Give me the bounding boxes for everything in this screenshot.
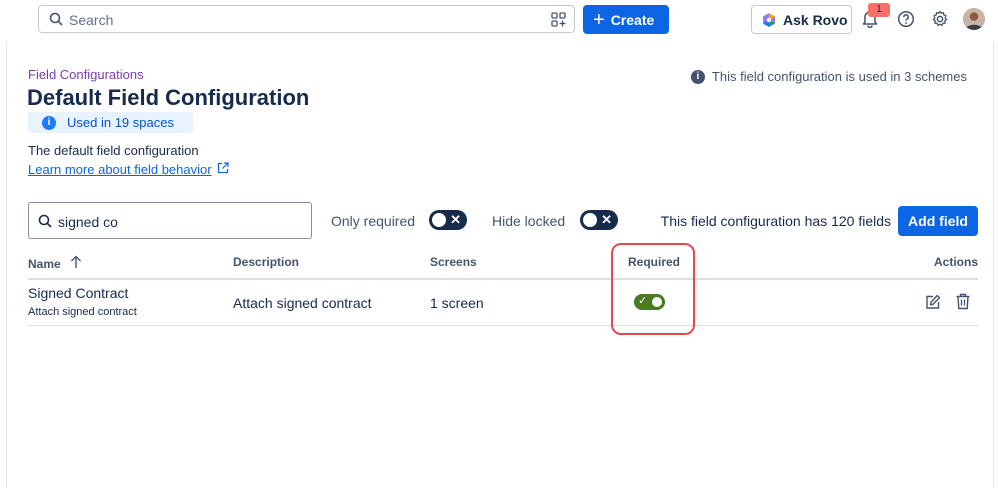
schemes-usage-note: i This field configuration is used in 3 … xyxy=(690,69,967,84)
column-header-name-label: Name xyxy=(28,256,61,271)
search-input[interactable]: Search xyxy=(38,5,575,33)
only-required-label: Only required xyxy=(331,213,416,229)
external-link-icon xyxy=(217,162,229,177)
column-header-screens: Screens xyxy=(430,255,477,269)
required-column-highlight xyxy=(611,243,695,335)
used-in-spaces-lozenge[interactable]: i Used in 19 spaces xyxy=(28,112,193,133)
ask-rovo-button[interactable]: Ask Rovo xyxy=(751,5,852,34)
plus-icon: + xyxy=(593,8,605,31)
user-avatar[interactable] xyxy=(963,8,985,30)
app-switcher-icon[interactable] xyxy=(551,12,566,32)
learn-more-label: Learn more about field behavior xyxy=(28,162,212,177)
sort-ascending-icon xyxy=(70,255,82,272)
page-title: Default Field Configuration xyxy=(27,85,310,110)
ask-rovo-label: Ask Rovo xyxy=(783,11,848,28)
top-navigation-bar: Search + Create Ask Rovo 1 xyxy=(0,0,999,40)
toggle-off-icon: ✕ xyxy=(450,212,461,227)
breadcrumb-field-configurations[interactable]: Field Configurations xyxy=(28,67,144,82)
column-header-name[interactable]: Name xyxy=(28,255,82,272)
search-placeholder: Search xyxy=(69,12,114,28)
used-in-spaces-label: Used in 19 spaces xyxy=(67,115,174,130)
field-screens-link[interactable]: 1 screen xyxy=(430,295,484,311)
toggle-knob xyxy=(583,213,597,227)
column-header-actions: Actions xyxy=(933,255,978,269)
table-header-divider xyxy=(28,278,978,280)
info-icon: i xyxy=(690,69,705,84)
field-name-subtitle: Attach signed contract xyxy=(28,306,137,318)
search-icon xyxy=(38,214,52,233)
hide-locked-toggle[interactable]: ✕ xyxy=(580,210,618,230)
toggle-knob xyxy=(432,213,446,227)
schemes-usage-text: This field configuration is used in 3 sc… xyxy=(711,69,967,84)
field-search-input[interactable]: signed co xyxy=(28,202,312,239)
field-count-text: This field configuration has 120 fields xyxy=(660,213,891,229)
learn-more-link[interactable]: Learn more about field behavior xyxy=(28,162,229,177)
info-icon: i xyxy=(42,115,56,130)
only-required-toggle[interactable]: ✕ xyxy=(429,210,467,230)
content-frame-left-border xyxy=(6,42,7,488)
add-field-button[interactable]: Add field xyxy=(898,206,978,236)
settings-gear-icon[interactable] xyxy=(931,10,949,33)
delete-trash-icon[interactable] xyxy=(955,293,971,315)
search-icon xyxy=(49,12,63,31)
table-row-divider xyxy=(28,325,978,326)
create-button-label: Create xyxy=(610,11,655,28)
rovo-logo-icon xyxy=(763,12,775,27)
field-description: Attach signed contract xyxy=(233,295,372,311)
help-icon[interactable] xyxy=(897,10,915,33)
content-frame-right-border xyxy=(993,42,994,488)
edit-icon[interactable] xyxy=(925,294,941,315)
hide-locked-label: Hide locked xyxy=(492,213,566,229)
toggle-off-icon: ✕ xyxy=(601,212,612,227)
column-header-description: Description xyxy=(233,255,300,269)
notification-count-badge: 1 xyxy=(868,3,890,17)
field-search-value: signed co xyxy=(58,214,118,230)
field-name: Signed Contract xyxy=(28,285,129,301)
configuration-description: The default field configuration xyxy=(28,143,199,158)
create-button[interactable]: + Create xyxy=(583,5,669,34)
